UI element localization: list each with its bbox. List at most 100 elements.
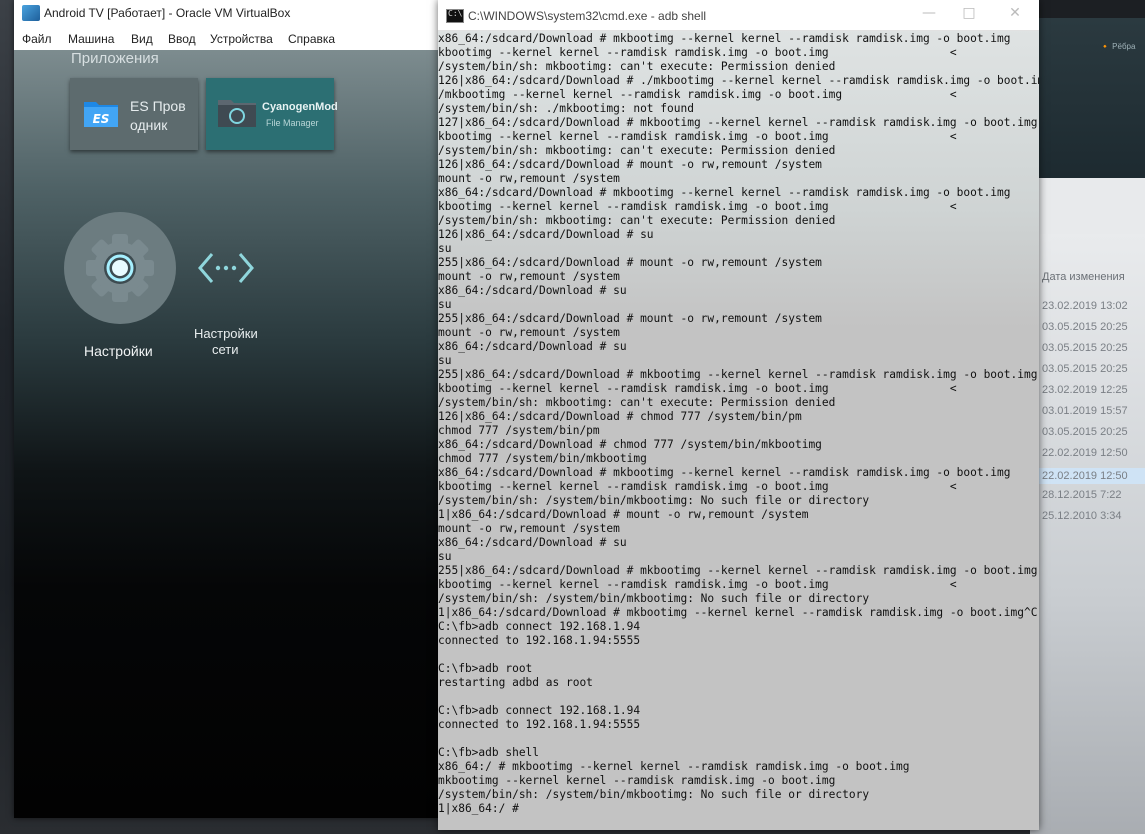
terminal-line: 255|x86_64:/sdcard/Download # mkbootimg … [438, 368, 1038, 381]
terminal-line: kbootimg --kernel kernel --ramdisk ramdi… [438, 578, 957, 591]
settings-app-button[interactable] [64, 212, 176, 324]
terminal-line: /system/bin/sh: mkbootimg: can't execute… [438, 214, 836, 227]
file-row-date[interactable]: 03.05.2015 20:25 [1042, 363, 1128, 375]
minimize-icon[interactable]: — [920, 5, 938, 23]
terminal-line: kbootimg --kernel kernel --ramdisk ramdi… [438, 480, 957, 493]
terminal-line: C:\fb>adb shell [438, 746, 540, 759]
cyanogenmod-folder-icon [218, 100, 256, 127]
terminal-line: x86_64:/sdcard/Download # su [438, 536, 627, 549]
terminal-line: kbootimg --kernel kernel --ramdisk ramdi… [438, 130, 957, 143]
app-tile-es-explorer[interactable]: ES ES Пров одник [70, 78, 198, 150]
terminal-line: x86_64:/sdcard/Download # mkbootimg --ke… [438, 186, 1011, 199]
column-header-date-modified[interactable]: Дата изменения [1042, 271, 1125, 283]
file-row-date[interactable]: 22.02.2019 12:50 [1038, 468, 1145, 484]
cmd-app-icon [446, 9, 464, 23]
terminal-line: /system/bin/sh: /system/bin/mkbootimg: N… [438, 592, 870, 605]
virtualbox-window-title: Android TV [Работает] - Oracle VM Virtua… [44, 6, 291, 20]
terminal-line: x86_64:/sdcard/Download # su [438, 340, 627, 353]
terminal-line: /system/bin/sh: /system/bin/mkbootimg: N… [438, 788, 870, 801]
file-row-date[interactable]: 22.02.2019 12:50 [1042, 447, 1128, 459]
maximize-icon[interactable]: □ [960, 5, 978, 23]
menu-input[interactable]: Ввод [168, 32, 196, 46]
app-tile-cm-label-line1: CyanogenMod [262, 101, 338, 113]
cmd-window-title: C:\WINDOWS\system32\cmd.exe - adb shell [468, 9, 707, 23]
explorer-ribbon [1030, 178, 1145, 234]
terminal-line: mkbootimg --kernel kernel --ramdisk ramd… [438, 774, 836, 787]
terminal-line: kbootimg --kernel kernel --ramdisk ramdi… [438, 46, 957, 59]
terminal-line: 255|x86_64:/sdcard/Download # mkbootimg … [438, 564, 1038, 577]
file-row-date[interactable]: 23.02.2019 12:25 [1042, 384, 1128, 396]
terminal-line: su [438, 242, 452, 255]
svg-text:ES: ES [93, 112, 110, 126]
terminal-line: /system/bin/sh: /system/bin/mkbootimg: N… [438, 494, 870, 507]
terminal-line: connected to 192.168.1.94:5555 [438, 718, 641, 731]
terminal-line: 1|x86_64:/sdcard/Download # mount -o rw,… [438, 508, 809, 521]
file-row-date[interactable]: 28.12.2015 7:22 [1042, 489, 1122, 501]
terminal-line: 126|x86_64:/sdcard/Download # ./mkbootim… [438, 74, 1039, 87]
close-icon[interactable]: ✕ [1006, 5, 1024, 23]
terminal-line: mount -o rw,remount /system [438, 326, 620, 339]
terminal-line: /system/bin/sh: mkbootimg: can't execute… [438, 144, 836, 157]
terminal-line: 1|x86_64:/ # [438, 802, 519, 815]
file-row-date[interactable]: 23.02.2019 13:02 [1042, 300, 1128, 312]
cmd-terminal-output[interactable]: x86_64:/sdcard/Download # mkbootimg --ke… [438, 32, 1039, 822]
terminal-line: x86_64:/ # mkbootimg --kernel kernel --r… [438, 760, 910, 773]
terminal-line: kbootimg --kernel kernel --ramdisk ramdi… [438, 382, 957, 395]
file-row-date[interactable]: 25.12.2010 3:34 [1042, 510, 1122, 522]
terminal-line: 255|x86_64:/sdcard/Download # mount -o r… [438, 312, 822, 325]
terminal-line: C:\fb>adb connect 192.168.1.94 [438, 620, 641, 633]
terminal-line: 255|x86_64:/sdcard/Download # mount -o r… [438, 256, 822, 269]
terminal-line: x86_64:/sdcard/Download # mkbootimg --ke… [438, 32, 1011, 45]
terminal-line: x86_64:/sdcard/Download # chmod 777 /sys… [438, 438, 822, 451]
apps-section-title: Приложения [71, 50, 159, 67]
menu-machine[interactable]: Машина [68, 32, 114, 46]
file-row-date[interactable]: 03.01.2019 15:57 [1042, 405, 1128, 417]
terminal-line: su [438, 550, 452, 563]
terminal-line: su [438, 354, 452, 367]
terminal-line: connected to 192.168.1.94:5555 [438, 634, 641, 647]
app-tile-cyanogenmod-file-manager[interactable]: CyanogenMod File Manager [206, 78, 338, 150]
virtualbox-menubar: Файл Машина Вид Ввод Устройства Справка [14, 28, 439, 50]
file-row-date[interactable]: 03.05.2015 20:25 [1042, 342, 1128, 354]
file-row-date[interactable]: 03.05.2015 20:25 [1042, 426, 1128, 438]
terminal-line: /system/bin/sh: mkbootimg: can't execute… [438, 396, 836, 409]
app-tile-es-label-line1: ES Пров [130, 98, 186, 114]
settings-app-label: Настройки [84, 343, 153, 359]
virtualbox-window: Android TV [Работает] - Oracle VM Virtua… [14, 0, 439, 818]
cmd-titlebar[interactable]: C:\WINDOWS\system32\cmd.exe - adb shell … [438, 0, 1039, 31]
terminal-line: 126|x86_64:/sdcard/Download # chmod 777 … [438, 410, 802, 423]
explorer-brand: 🔸 Рёбра [1100, 42, 1136, 51]
file-explorer-window: 🔸 Рёбра Дата изменения 23.02.2019 13:02 0… [1030, 0, 1145, 834]
app-tile-cm-label-line2: File Manager [266, 118, 319, 128]
terminal-line: chmod 777 /system/bin/pm [438, 424, 600, 437]
terminal-line: mount -o rw,remount /system [438, 172, 620, 185]
file-row-date[interactable]: 03.05.2015 20:25 [1042, 321, 1128, 333]
terminal-line: 127|x86_64:/sdcard/Download # mkbootimg … [438, 116, 1038, 129]
virtualbox-titlebar[interactable]: Android TV [Работает] - Oracle VM Virtua… [14, 0, 439, 28]
terminal-line: C:\fb>adb root [438, 662, 533, 675]
app-tile-es-label-line2: одник [130, 117, 168, 133]
menu-devices[interactable]: Устройства [210, 32, 273, 46]
terminal-line: /system/bin/sh: ./mkbootimg: not found [438, 102, 694, 115]
network-settings-label-line1: Настройки [194, 326, 258, 341]
network-settings-label-line2: сети [212, 342, 239, 357]
terminal-line: mount -o rw,remount /system [438, 270, 620, 283]
terminal-line: chmod 777 /system/bin/mkbootimg [438, 452, 647, 465]
android-tv-screen: Приложения ES ES Пров одник CyanogenMod … [14, 50, 439, 818]
menu-view[interactable]: Вид [131, 32, 153, 46]
menu-help[interactable]: Справка [288, 32, 335, 46]
terminal-line: 1|x86_64:/sdcard/Download # mkbootimg --… [438, 606, 1038, 619]
terminal-line: 126|x86_64:/sdcard/Download # su [438, 228, 654, 241]
terminal-line: x86_64:/sdcard/Download # su [438, 284, 627, 297]
terminal-line: 126|x86_64:/sdcard/Download # mount -o r… [438, 158, 822, 171]
menu-file[interactable]: Файл [22, 32, 52, 46]
gear-icon [86, 234, 154, 302]
terminal-line: mount -o rw,remount /system [438, 522, 620, 535]
network-settings-icon[interactable] [198, 250, 254, 286]
terminal-line: su [438, 298, 452, 311]
cmd-window: C:\WINDOWS\system32\cmd.exe - adb shell … [438, 0, 1039, 830]
virtualbox-app-icon [22, 5, 40, 21]
